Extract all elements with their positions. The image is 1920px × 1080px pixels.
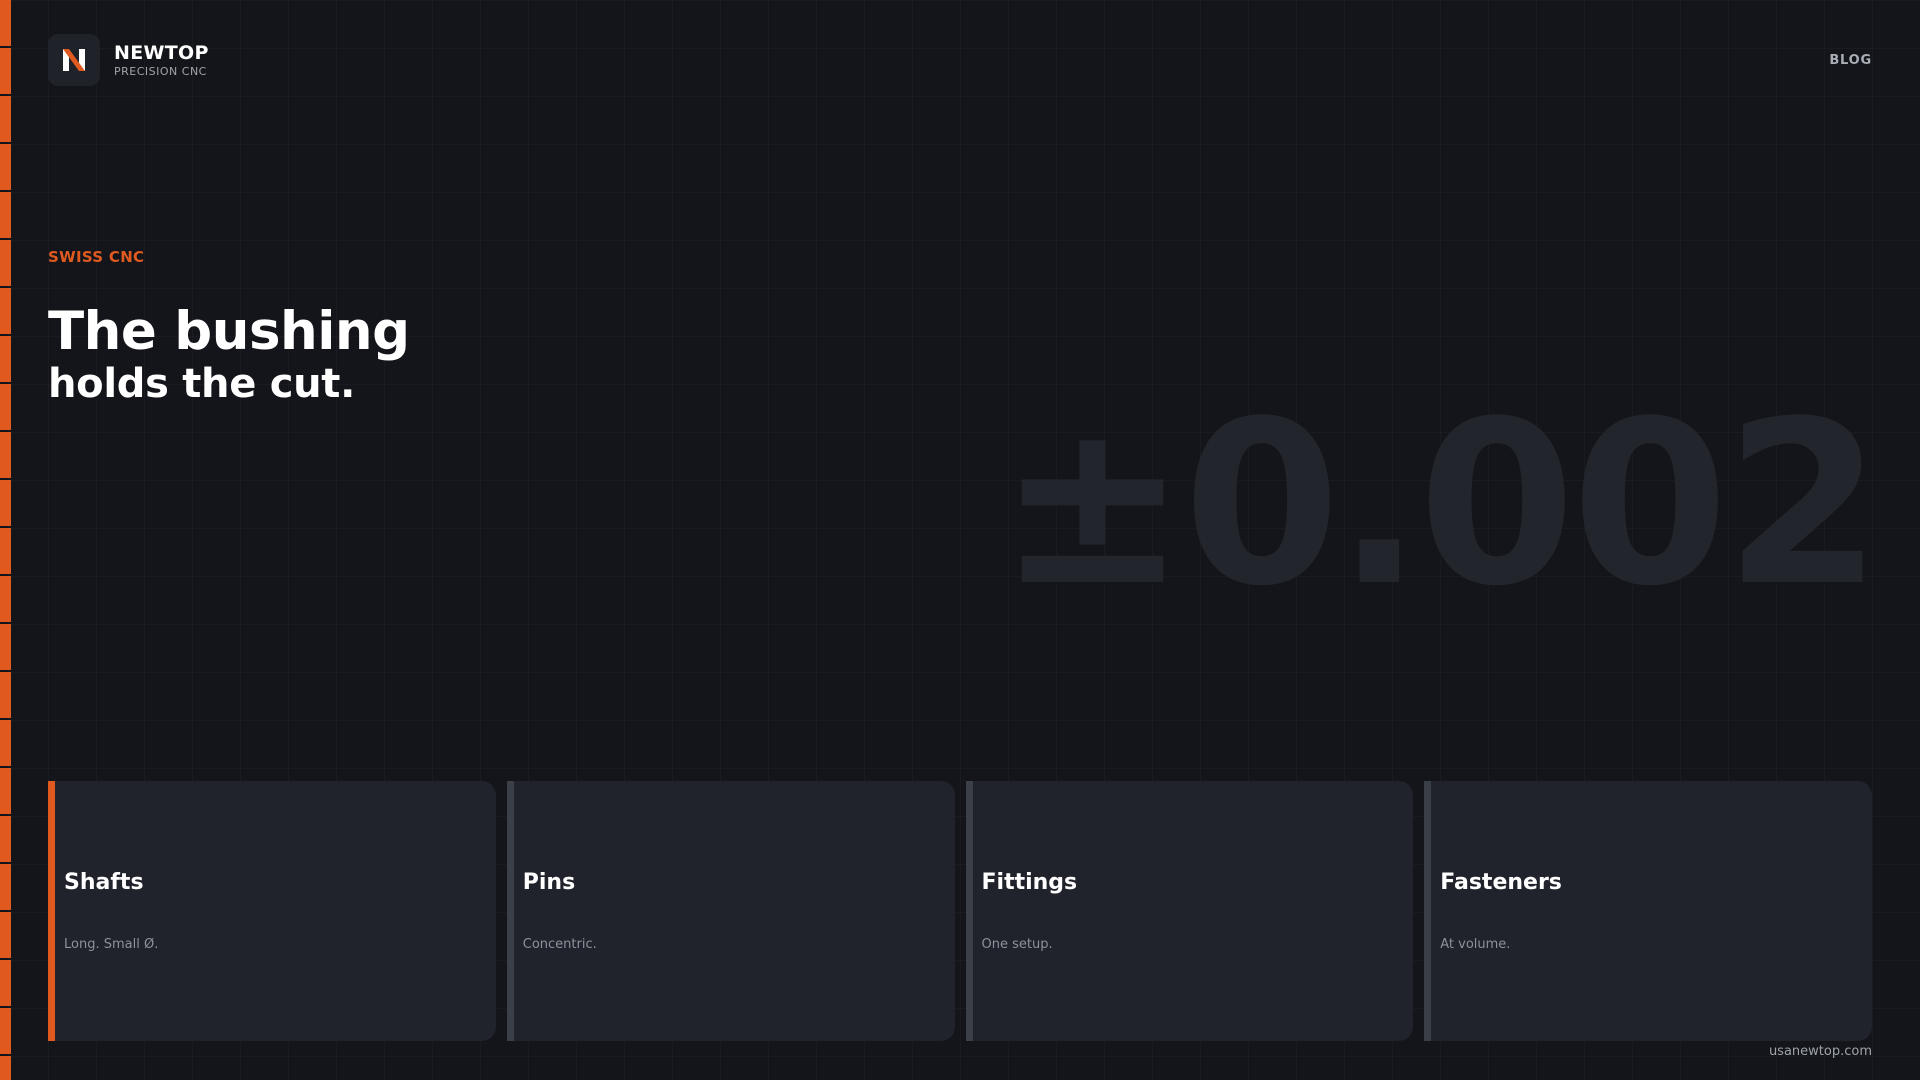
card-fittings[interactable]: Fittings One setup. <box>965 781 1414 1041</box>
hero-eyebrow: SWISS CNC <box>48 248 145 266</box>
card-description: Long. Small Ø. <box>64 937 159 952</box>
headline-line-1: The bushing <box>48 301 410 362</box>
brand-text: NEWTOP PRECISION CNC <box>114 42 209 79</box>
card-title: Pins <box>522 870 576 895</box>
card-title: Shafts <box>64 870 144 895</box>
nav-blog-link[interactable]: BLOG <box>1829 53 1872 68</box>
hero-headline: The bushing holds the cut. <box>48 300 410 404</box>
tolerance-watermark: ±0.002 <box>997 373 1882 636</box>
card-title: Fasteners <box>1440 870 1562 895</box>
edge-accent-rail <box>0 0 11 1080</box>
card-description: At volume. <box>1440 937 1511 952</box>
product-cards: Shafts Long. Small Ø. Pins Concentric. F… <box>48 781 1872 1041</box>
card-pins[interactable]: Pins Concentric. <box>506 781 955 1041</box>
headline-line-2: holds the cut. <box>48 361 355 407</box>
newtop-n-logo-icon <box>48 34 100 86</box>
footer-site-url[interactable]: usanewtop.com <box>1769 1044 1872 1059</box>
brand-tagline: PRECISION CNC <box>114 64 207 78</box>
logo-n-glyph <box>63 49 85 71</box>
card-title: Fittings <box>981 870 1078 895</box>
brand-logo-link[interactable]: NEWTOP PRECISION CNC <box>48 34 209 86</box>
card-shafts[interactable]: Shafts Long. Small Ø. <box>48 781 496 1041</box>
page: NEWTOP PRECISION CNC BLOG SWISS CNC The … <box>0 0 1920 1080</box>
card-fasteners[interactable]: Fasteners At volume. <box>1424 781 1872 1041</box>
brand-name: NEWTOP <box>114 41 209 64</box>
card-description: One setup. <box>981 937 1053 952</box>
card-description: Concentric. <box>522 937 597 952</box>
